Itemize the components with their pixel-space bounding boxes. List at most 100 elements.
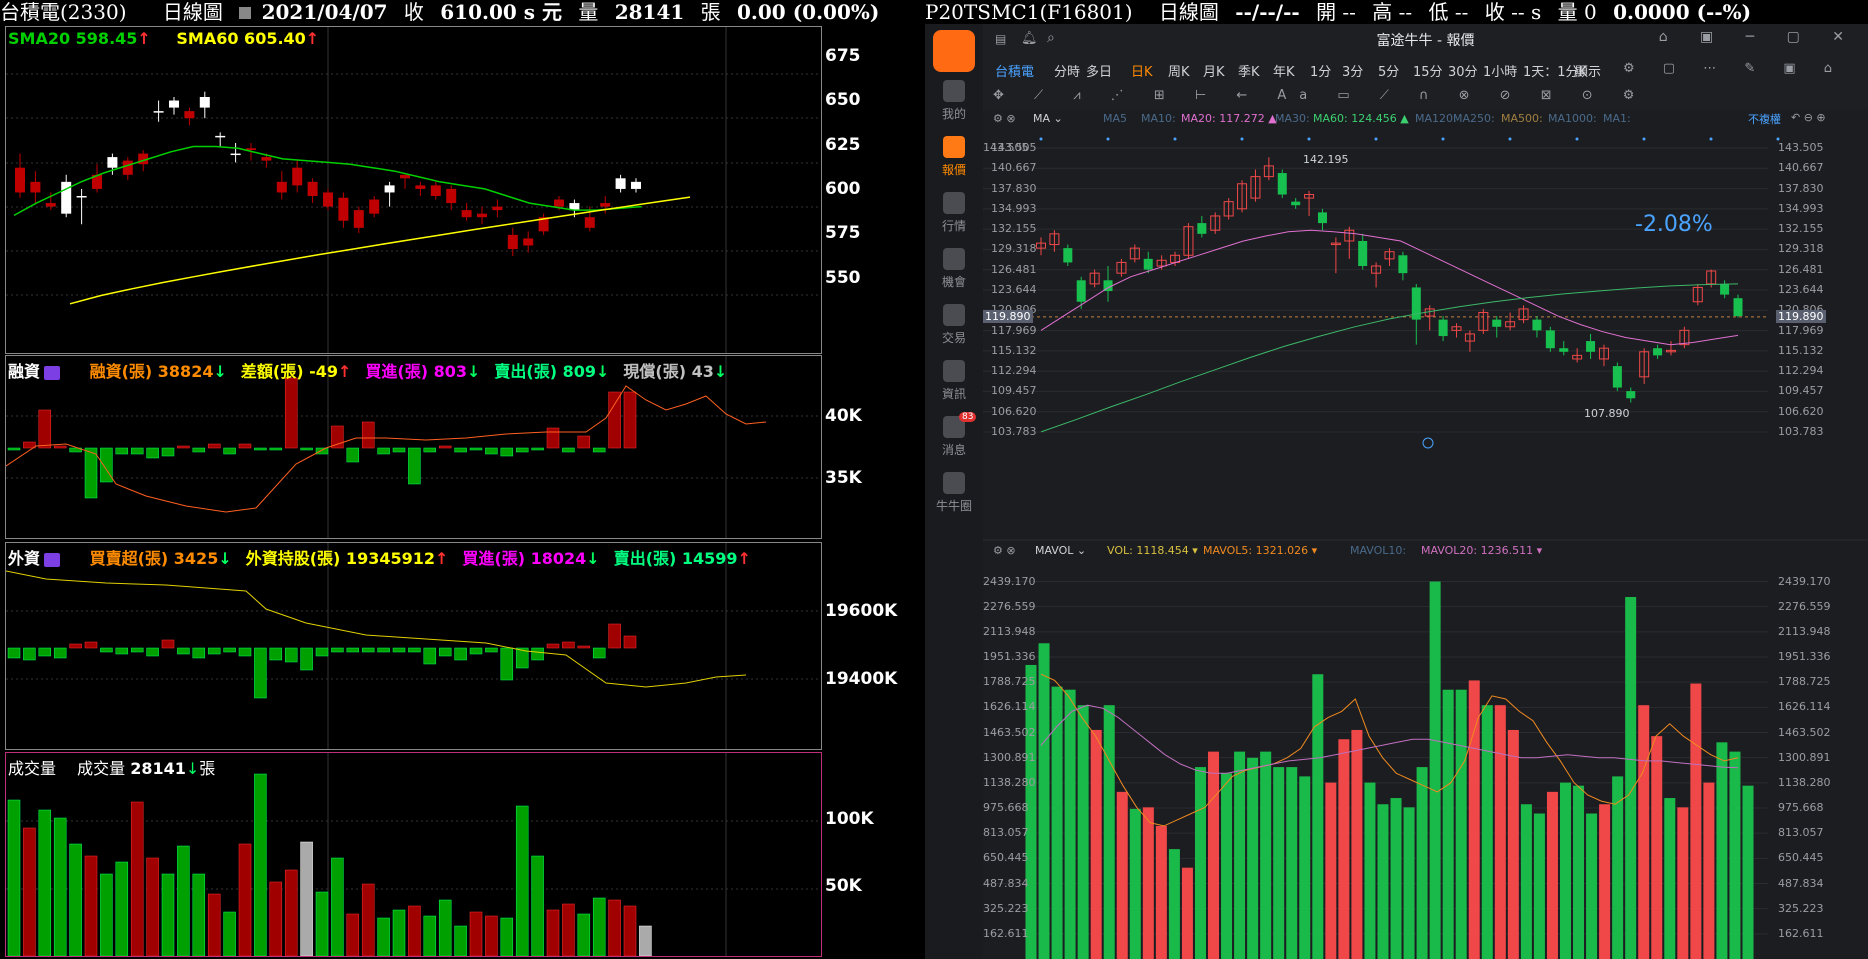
timeframe-tab[interactable]: 1小時 (1483, 61, 1517, 80)
vol-bar (1638, 705, 1650, 959)
list-icon[interactable] (44, 365, 61, 380)
sidebar-item[interactable]: 行情 (925, 192, 983, 234)
kline-tick: 137.830 (1778, 181, 1824, 195)
vol-tick: 1788.725 (1778, 675, 1831, 689)
timeframe-tab[interactable]: 1分 (1310, 61, 1331, 80)
sidebar-item[interactable]: 我的 (925, 80, 983, 122)
margin-panel[interactable]: 融資 融資(張) 38824↓ 差額(張) -49↑ 買進(張) 803↓ 賣出(張)… (5, 355, 822, 539)
kline-tick: 123.644 (1778, 283, 1824, 296)
sidebar-item[interactable]: 交易 (925, 304, 983, 346)
vol-bar (1429, 581, 1441, 959)
candle-body (400, 174, 410, 179)
foreign-panel[interactable]: 外資 買賣超(張) 3425↓ 外資持股(張) 19345912↑ 買進(張) 18… (5, 542, 822, 750)
right-change: 0.0000 (--%) (1613, 0, 1752, 24)
volume-bar (146, 857, 159, 956)
mavol5-legend: MAVOL5: 1321.026 ▾ (1203, 544, 1318, 557)
foreign-legend-item: 買進(張) 18024 (462, 549, 587, 568)
drawing-tools[interactable]: ✥ ⟋ ⩘ ⋰ ⊞ ⊢ ← Aa ▭ ⟋ ∩ ⊗ ⊘ ⊠ ⊙ ⚙ (993, 88, 1647, 103)
right-high: 高 -- (1372, 0, 1413, 24)
vol-tick-left: 813.057 (983, 826, 1029, 840)
margin-bar (192, 447, 206, 453)
vol-tick-left: 1788.725 (983, 675, 1036, 689)
timeframe-tab[interactable]: 3分 (1342, 61, 1363, 80)
vol-tick: 487.834 (1778, 876, 1824, 890)
price-tick: 625 (825, 135, 861, 155)
vol-bar (1208, 751, 1220, 959)
foreign-bar (207, 647, 221, 655)
vol-bar (1338, 739, 1350, 959)
volume-bar (577, 913, 591, 956)
sidebar-item[interactable]: 機會 (925, 248, 983, 290)
kline-tick-left: 117.969 (991, 323, 1037, 337)
vol-tick-left: 975.668 (983, 801, 1029, 814)
margin-bar (577, 435, 591, 449)
margin-bar (130, 447, 144, 455)
vol-tick: 325.223 (1778, 901, 1824, 915)
margin-bar (485, 447, 498, 455)
kline-tick-left: 137.830 (991, 181, 1037, 195)
display-button[interactable]: 顯示 (1575, 61, 1601, 80)
volume-bar (254, 773, 267, 956)
margin-bar (392, 447, 406, 453)
sidebar-item[interactable]: 牛牛圈 (925, 472, 983, 514)
chart-type[interactable]: 日線圖 (163, 0, 223, 24)
timeframe-tab[interactable]: 多日 (1086, 61, 1112, 80)
current-price-label: 119.890 (1776, 309, 1826, 323)
volume-bar (515, 805, 529, 956)
timeframe-tab[interactable]: 30分 (1448, 61, 1478, 80)
window-controls[interactable]: ⌂ ▣ ─ ▢ ✕ (1659, 29, 1858, 45)
list-icon[interactable] (44, 552, 61, 567)
vol-tick: 813.057 (1778, 826, 1824, 840)
vol-bar (1051, 686, 1063, 959)
kline-tick-left: 134.993 (991, 201, 1037, 215)
foreign-bar (130, 647, 144, 653)
foreign-bar (454, 647, 467, 661)
sidebar-item[interactable]: 消息 83 (925, 412, 983, 458)
timeframe-tab[interactable]: 5分 (1378, 61, 1399, 80)
price-chart (6, 27, 821, 353)
volume-bar (392, 909, 406, 956)
timeframe-tab[interactable]: 年K (1273, 61, 1295, 80)
kline-tick: 103.783 (1778, 425, 1824, 438)
candle-body (584, 217, 595, 228)
kline-body (1358, 240, 1368, 267)
foreign-bar (408, 647, 421, 653)
volume-bar (269, 881, 283, 956)
toolbar-icons[interactable]: ⚙ ▢ ⋯ ✎ ▣ ⌂ (1623, 61, 1844, 76)
event-marker (1642, 137, 1646, 141)
app-logo[interactable] (933, 30, 975, 72)
foreign-bar (531, 647, 544, 661)
sidebar-item[interactable]: 報價 (925, 136, 983, 178)
timeframe-tab[interactable]: 季K (1238, 61, 1260, 80)
vol-bar (1155, 825, 1167, 959)
close-label: 收 (403, 0, 424, 24)
timeframe-tab[interactable]: 日K (1131, 61, 1153, 80)
timeframe-tab[interactable]: 周K (1168, 61, 1190, 80)
margin-bar (7, 447, 21, 451)
sidebar-item[interactable]: 資訊 (925, 360, 983, 402)
kline-tick-left: 123.644 (991, 283, 1037, 296)
date-dropdown-icon[interactable] (239, 7, 252, 19)
chart-area[interactable]: ⚙ ⊗ MA ⌄ MA5 MA10: MA20: 117.272 ▲ MA30: MA60:… (983, 110, 1868, 959)
volume-bar (53, 817, 67, 956)
margin-bar (38, 409, 52, 449)
timeframe-tab[interactable]: 15分 (1413, 61, 1443, 80)
vol-tick-left: 2276.559 (983, 599, 1036, 613)
stock-tab[interactable]: 台積電 (995, 61, 1034, 80)
volume-panel[interactable]: 成交量 成交量 28141↓張 (5, 752, 822, 957)
margin-bar (238, 443, 252, 449)
price-panel[interactable]: SMA20 598.45↑ SMA60 605.40↑ (5, 26, 822, 354)
margin-tick: 40K (825, 406, 862, 426)
timeframe-tab[interactable]: 分時 (1054, 61, 1080, 80)
foreign-bar (592, 647, 606, 659)
vol-bar (1168, 849, 1180, 959)
timeframe-tab[interactable]: 月K (1203, 61, 1225, 80)
right-low: 低 -- (1428, 0, 1469, 24)
vol-tick-left: 1626.114 (983, 700, 1036, 714)
margin-bar (254, 447, 267, 451)
vol-tick: 1626.114 (1778, 700, 1831, 714)
kline-tick-left: 103.783 (991, 425, 1037, 438)
foreign-bar (469, 647, 483, 655)
event-marker (1508, 137, 1512, 141)
candle-body (477, 213, 487, 218)
